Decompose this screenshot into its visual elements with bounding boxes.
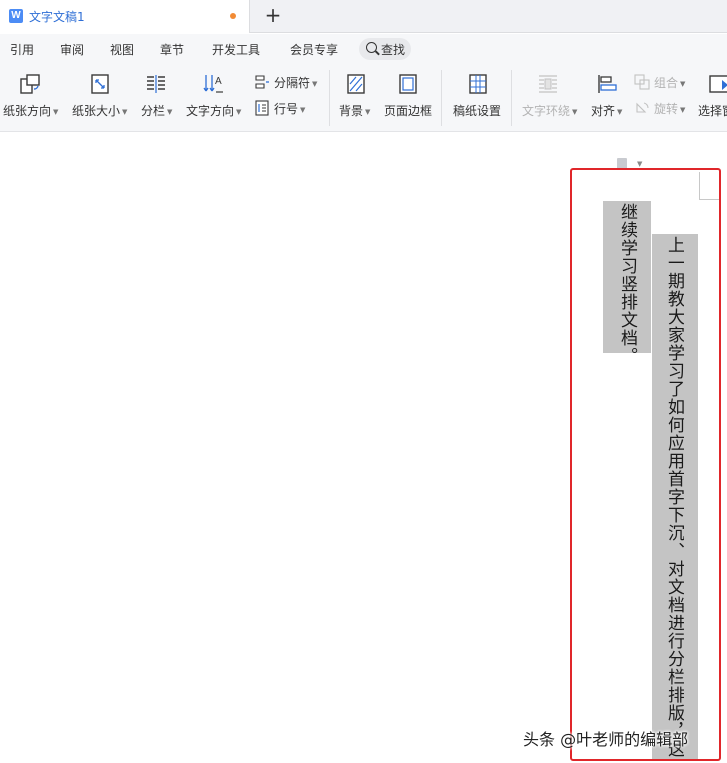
text-direction-button[interactable]: A 文字方向 ▼: [184, 64, 246, 132]
text-direction-label: 文字方向 ▼: [186, 104, 242, 118]
align-icon: [598, 75, 617, 93]
manuscript-setup-label: 稿纸设置: [453, 104, 502, 118]
paper-size-label: 纸张大小 ▼: [72, 104, 128, 118]
line-number-label: 行号 ▼: [274, 102, 306, 116]
ribbon-divider: [511, 70, 512, 126]
background-button[interactable]: 背景 ▼: [336, 64, 376, 132]
menu-view[interactable]: 视图: [110, 41, 134, 58]
group-icon: [634, 74, 650, 90]
document-tab[interactable]: W 文字文稿1: [0, 0, 250, 33]
rotate-icon: [636, 102, 649, 113]
select-pane-icon: [709, 75, 727, 93]
watermark: 头条 @叶老师的编辑部: [523, 730, 689, 749]
group-label: 组合 ▼: [654, 76, 686, 90]
manuscript-setup-button[interactable]: 稿纸设置: [448, 64, 506, 132]
paper-orientation-icon: [20, 74, 40, 94]
paper-orientation-label: 纸张方向 ▼: [3, 104, 59, 118]
align-button[interactable]: 对齐 ▼: [586, 64, 628, 132]
search-label: 查找: [381, 43, 406, 57]
paper-orientation-button[interactable]: 纸张方向 ▼: [0, 64, 64, 132]
separator-button[interactable]: 分隔符 ▼: [254, 72, 322, 92]
ribbon-divider: [329, 70, 330, 126]
select-pane-label: 选择窗: [698, 104, 727, 118]
text-wrap-button[interactable]: 文字环绕 ▼: [518, 64, 580, 132]
group-button[interactable]: 组合 ▼: [634, 72, 690, 92]
columns-button[interactable]: 分栏 ▼: [138, 64, 178, 132]
manuscript-icon: [469, 74, 487, 94]
text-wrap-label: 文字环绕 ▼: [522, 104, 578, 118]
tab-bar: W 文字文稿1 +: [0, 0, 727, 33]
chevron-down-icon[interactable]: ▼: [637, 160, 642, 168]
align-label: 对齐 ▼: [591, 104, 623, 118]
separator-icon: [255, 75, 269, 89]
rotate-label: 旋转 ▼: [654, 102, 686, 116]
ribbon-divider: [441, 70, 442, 126]
select-pane-button[interactable]: 选择窗: [696, 64, 727, 132]
document-tab-title: 文字文稿1: [29, 10, 85, 24]
menu-chapter[interactable]: 章节: [160, 41, 184, 58]
menu-review[interactable]: 审阅: [60, 41, 84, 58]
separator-label: 分隔符 ▼: [274, 76, 318, 90]
menu-member-exclusive[interactable]: 会员专享: [290, 41, 338, 58]
unsaved-dot-icon: [230, 13, 236, 19]
page-border-icon: [399, 74, 417, 94]
ribbon-toolbar: 纸张方向 ▼ 纸张大小 ▼ 分栏 ▼ A 文字方向 ▼ 分隔符 ▼ 行号 ▼ 背…: [0, 64, 727, 191]
paper-size-icon: [91, 74, 109, 94]
columns-label: 分栏 ▼: [141, 104, 173, 118]
text-wrap-icon: [539, 75, 557, 93]
svg-text:A: A: [215, 76, 222, 87]
search-button[interactable]: 查找: [359, 38, 411, 60]
rotate-button[interactable]: 旋转 ▼: [634, 98, 690, 118]
page-border-label: 页面边框: [384, 104, 433, 118]
line-number-button[interactable]: 行号 ▼: [254, 98, 312, 118]
text-direction-icon: A: [203, 75, 223, 93]
search-icon: [366, 42, 377, 53]
background-label: 背景 ▼: [339, 104, 371, 118]
page-border-button[interactable]: 页面边框: [382, 64, 436, 132]
doc-icon: W: [9, 9, 23, 23]
background-icon: [347, 74, 365, 94]
menu-references[interactable]: 引用: [10, 41, 34, 58]
paper-size-button[interactable]: 纸张大小 ▼: [68, 64, 132, 132]
highlight-frame: [570, 168, 721, 761]
columns-icon: [147, 75, 165, 93]
line-number-icon: [255, 100, 269, 116]
plus-icon[interactable]: +: [262, 4, 284, 26]
menu-developer-tools[interactable]: 开发工具: [212, 41, 260, 58]
